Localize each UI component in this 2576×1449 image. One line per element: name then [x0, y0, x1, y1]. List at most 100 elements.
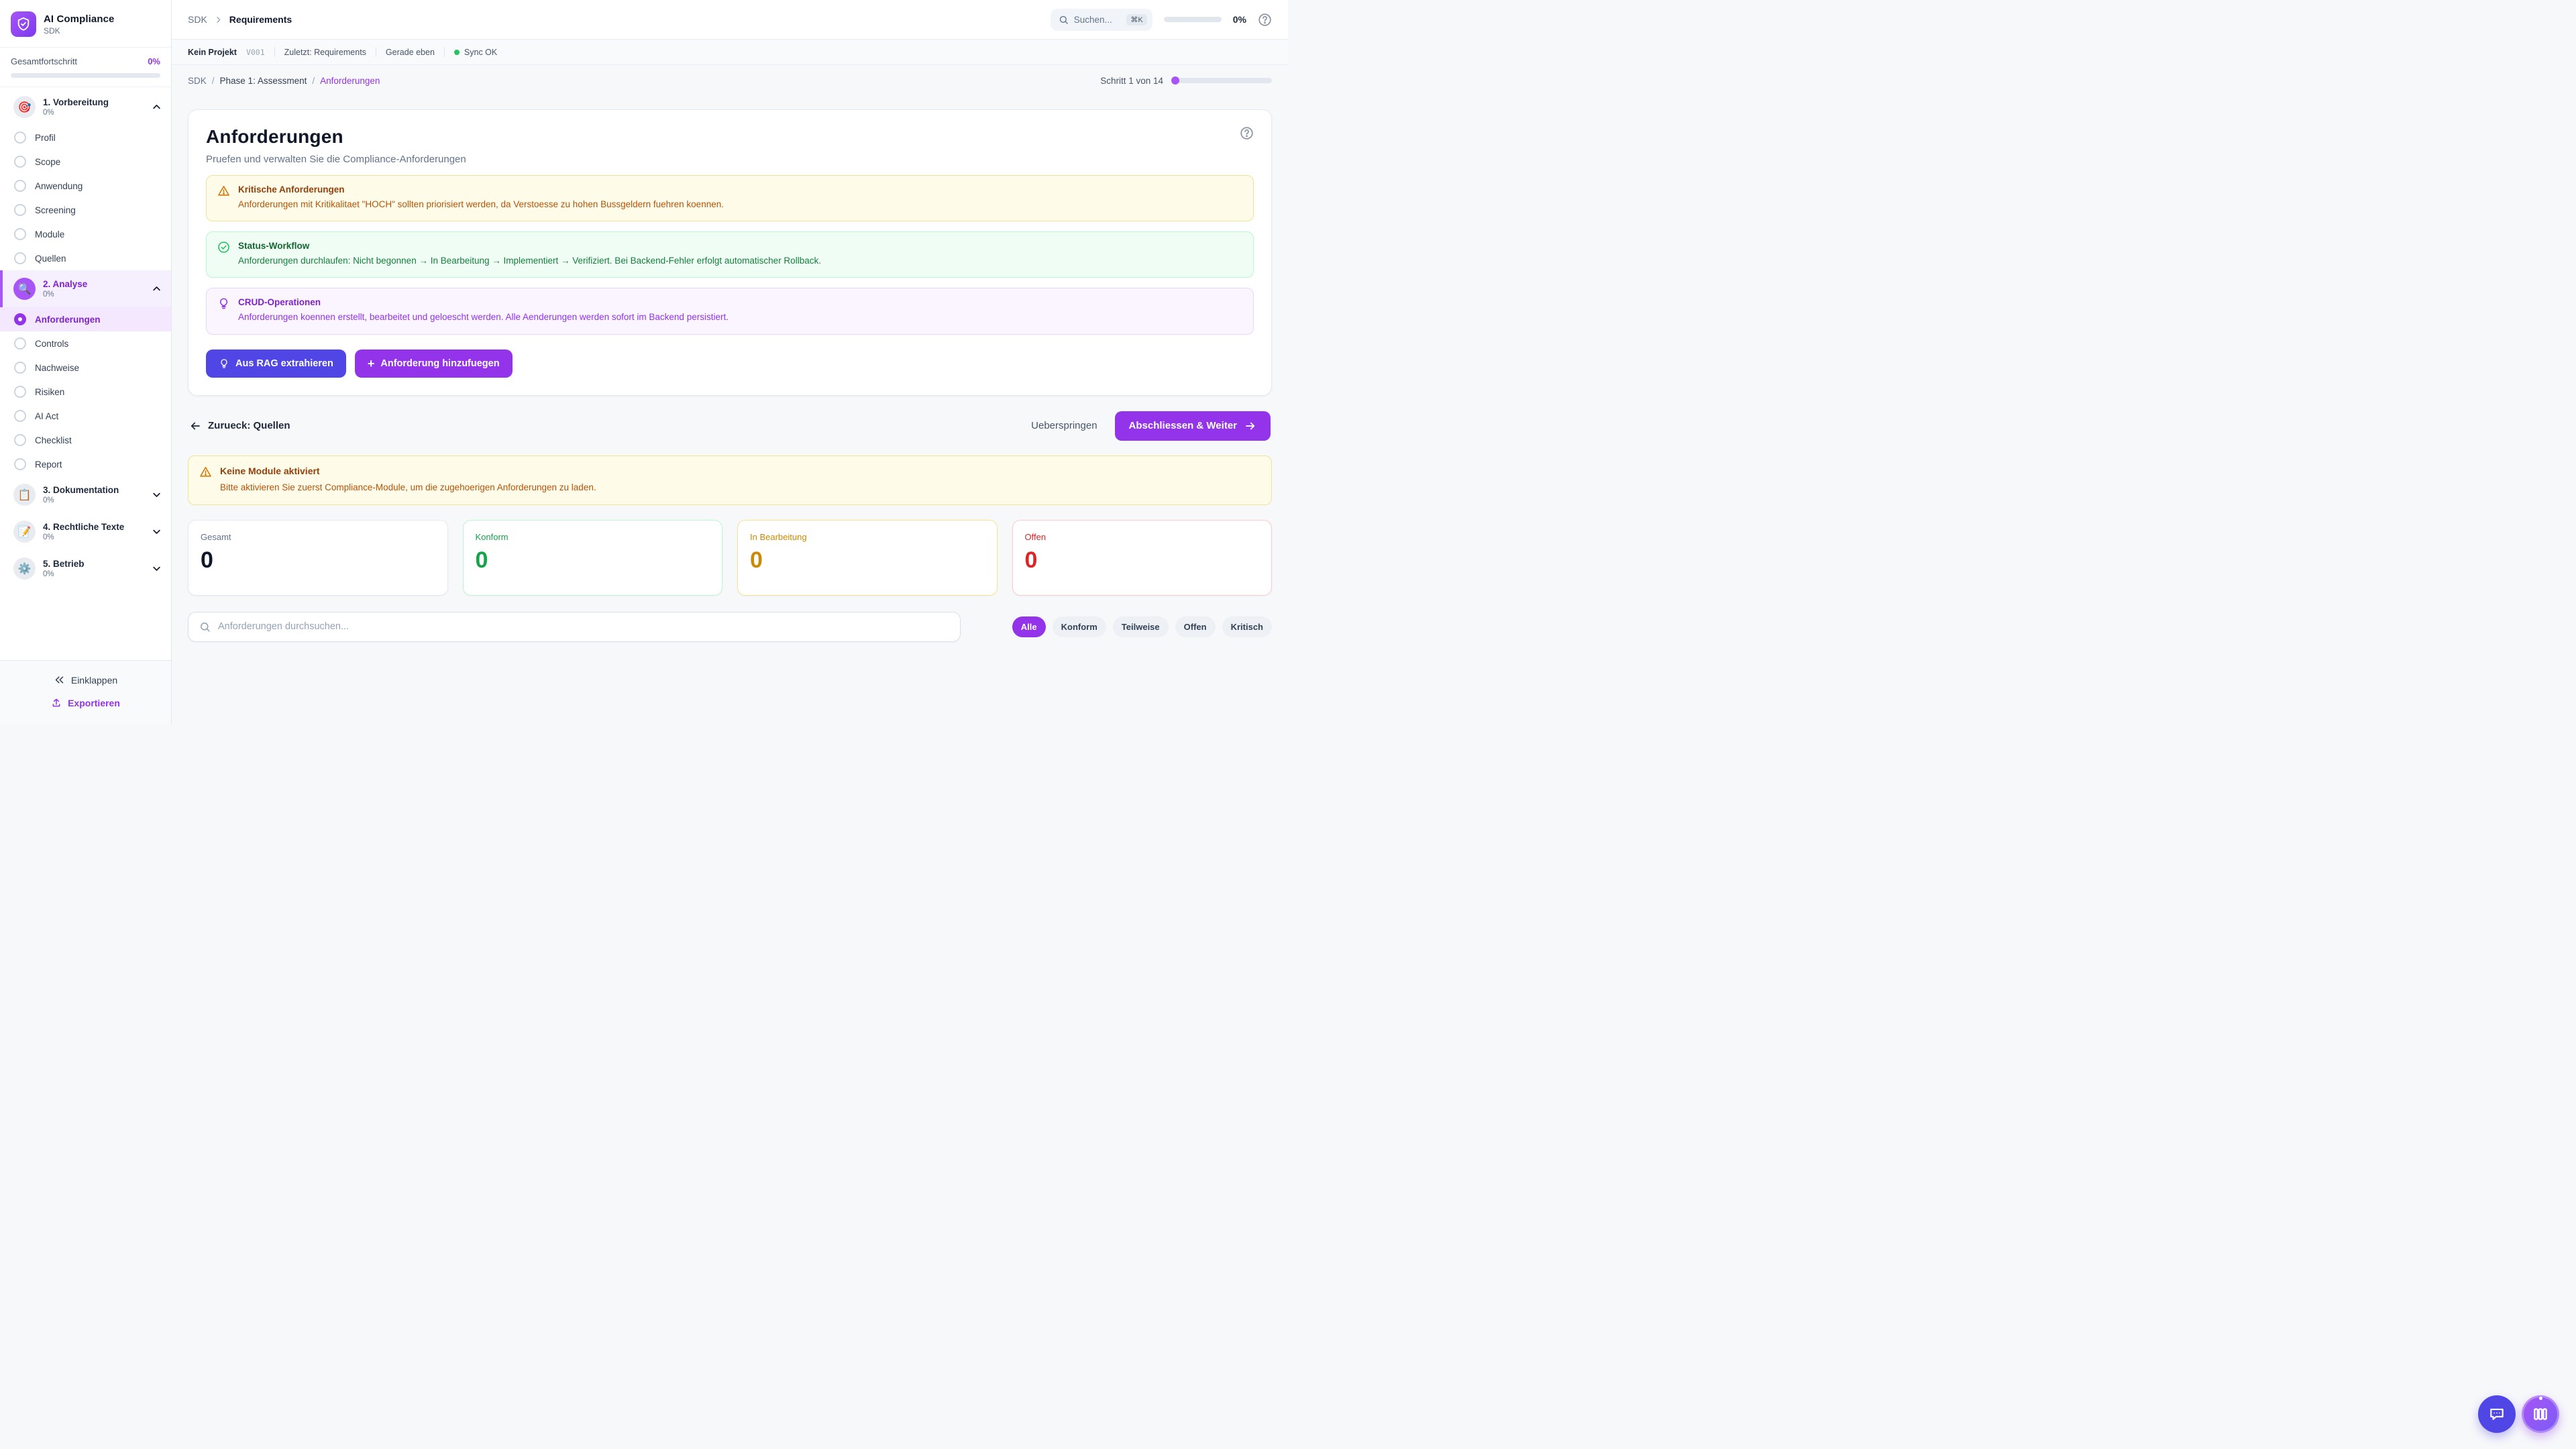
no-modules-warning: Keine Module aktiviert Bitte aktivieren … [188, 455, 1272, 505]
floating-actions [2478, 1395, 2559, 1433]
sidebar-item-label: Report [35, 460, 62, 470]
breadcrumb-sdk[interactable]: SDK [188, 14, 207, 25]
extract-from-rag-button[interactable]: Aus RAG extrahieren [206, 350, 346, 378]
sidebar-item-screening[interactable]: Screening [0, 198, 171, 222]
sidebar-item-ai-act[interactable]: AI Act [0, 404, 171, 428]
filter-offen[interactable]: Offen [1175, 616, 1216, 637]
sidebar-item-label: Anforderungen [35, 315, 101, 325]
section-progress: 0% [43, 570, 144, 578]
sidebar-item-scope[interactable]: Scope [0, 150, 171, 174]
project-version: V001 [246, 48, 265, 57]
breadcrumb: SDK Requirements [188, 14, 292, 25]
back-button[interactable]: Zurueck: Quellen [189, 420, 290, 432]
callout-title: Kritische Anforderungen [238, 184, 1242, 195]
back-label: Zurueck: Quellen [208, 420, 290, 431]
columns-fab-button[interactable] [2522, 1395, 2559, 1433]
sidebar-nav: 🎯 1. Vorbereitung 0% Profil Scope Anwend… [0, 87, 171, 660]
app-title: AI Compliance [44, 13, 115, 25]
finish-next-button[interactable]: Abschliessen & Weiter [1115, 411, 1271, 441]
chat-fab-button[interactable] [2478, 1395, 2516, 1433]
global-search[interactable]: Suchen... ⌘K [1051, 9, 1152, 31]
search-icon [199, 621, 211, 633]
radio-icon [14, 156, 26, 168]
extract-label: Aus RAG extrahieren [235, 358, 333, 369]
card-help-button[interactable] [1240, 126, 1254, 140]
stat-label: Gesamt [201, 532, 435, 542]
sidebar-item-risiken[interactable]: Risiken [0, 380, 171, 404]
crumb-current: Anforderungen [320, 76, 380, 86]
radio-icon [14, 228, 26, 240]
sidebar-section-betrieb[interactable]: ⚙️ 5. Betrieb 0% [0, 550, 171, 587]
app-header: AI Compliance SDK [0, 0, 171, 48]
callout-text: Anforderungen durchlaufen: Nicht begonne… [238, 255, 1242, 267]
overall-progress-label: Gesamtfortschritt [11, 56, 77, 66]
chevron-up-icon [152, 284, 162, 294]
sidebar-footer: Einklappen Exportieren [0, 660, 171, 724]
sidebar-section-rechtliche-texte[interactable]: 📝 4. Rechtliche Texte 0% [0, 513, 171, 550]
sidebar-item-anwendung[interactable]: Anwendung [0, 174, 171, 198]
warning-triangle-icon [217, 184, 230, 197]
sidebar-section-dokumentation[interactable]: 📋 3. Dokumentation 0% [0, 476, 171, 513]
target-icon: 🎯 [13, 96, 36, 118]
sidebar-item-label: Quellen [35, 254, 66, 264]
section-progress: 0% [43, 290, 144, 299]
page-title: Anforderungen [206, 126, 466, 148]
step-progress-bar [1171, 78, 1272, 83]
sidebar-item-report[interactable]: Report [0, 452, 171, 476]
crumb-sdk[interactable]: SDK [188, 76, 207, 86]
sidebar-item-module[interactable]: Module [0, 222, 171, 246]
sidebar-item-label: Screening [35, 205, 76, 215]
export-button[interactable]: Exportieren [51, 698, 120, 708]
memo-icon: 📝 [13, 521, 36, 543]
project-name: Kein Projekt [188, 48, 237, 57]
warning-text: Bitte aktivieren Sie zuerst Compliance-M… [220, 482, 1260, 494]
sidebar-item-label: Nachweise [35, 363, 79, 373]
sidebar-section-vorbereitung[interactable]: 🎯 1. Vorbereitung 0% [0, 89, 171, 125]
section-title: 4. Rechtliche Texte [43, 522, 144, 532]
next-label: Abschliessen & Weiter [1129, 420, 1237, 431]
add-label: Anforderung hinzufuegen [380, 358, 499, 369]
export-label: Exportieren [68, 698, 120, 708]
sidebar-item-checklist[interactable]: Checklist [0, 428, 171, 452]
sidebar-item-label: AI Act [35, 411, 58, 421]
app-subtitle: SDK [44, 26, 115, 36]
add-requirement-button[interactable]: + Anforderung hinzufuegen [355, 350, 513, 378]
sidebar-section-analyse[interactable]: 🔍 2. Analyse 0% [0, 270, 171, 307]
sidebar-item-quellen[interactable]: Quellen [0, 246, 171, 270]
stat-card-in-bearbeitung: In Bearbeitung 0 [737, 520, 998, 596]
skip-button[interactable]: Ueberspringen [1031, 420, 1097, 431]
sidebar-item-label: Scope [35, 157, 60, 167]
radio-icon [14, 131, 26, 144]
topbar-progress-bar [1164, 17, 1222, 22]
sidebar-item-nachweise[interactable]: Nachweise [0, 356, 171, 380]
crumb-phase[interactable]: Phase 1: Assessment [220, 76, 307, 86]
help-button[interactable] [1258, 13, 1272, 27]
breadcrumb-current: Requirements [229, 14, 292, 25]
requirements-search [188, 612, 961, 642]
shield-check-icon [16, 17, 31, 32]
filter-konform[interactable]: Konform [1053, 616, 1106, 637]
sidebar-item-controls[interactable]: Controls [0, 331, 171, 356]
main-column: SDK Requirements Suchen... ⌘K 0% Kein Pr… [172, 0, 1288, 724]
collapse-sidebar-button[interactable]: Einklappen [54, 674, 117, 686]
stat-card-gesamt: Gesamt 0 [188, 520, 448, 596]
topbar: SDK Requirements Suchen... ⌘K 0% [172, 0, 1288, 40]
filter-teilweise[interactable]: Teilweise [1113, 616, 1169, 637]
page-breadcrumb: SDK / Phase 1: Assessment / Anforderunge… [188, 76, 380, 86]
clipboard-icon: 📋 [13, 484, 36, 506]
sidebar-item-label: Profil [35, 133, 56, 143]
requirements-search-input[interactable] [218, 621, 949, 632]
gear-icon: ⚙️ [13, 557, 36, 580]
stat-value: 0 [1025, 547, 1260, 574]
sidebar-item-profil[interactable]: Profil [0, 125, 171, 150]
chevron-down-icon [152, 527, 162, 537]
filter-alle[interactable]: Alle [1012, 616, 1046, 637]
stat-card-konform: Konform 0 [463, 520, 723, 596]
requirements-card: Anforderungen Pruefen und verwalten Sie … [188, 109, 1272, 396]
sidebar-item-anforderungen[interactable]: Anforderungen [0, 307, 171, 331]
filter-kritisch[interactable]: Kritisch [1222, 616, 1272, 637]
warning-triangle-icon [199, 466, 212, 478]
magnifier-icon: 🔍 [13, 278, 36, 300]
callout-critical-requirements: Kritische Anforderungen Anforderungen mi… [206, 175, 1254, 221]
sidebar-item-label: Anwendung [35, 181, 83, 191]
